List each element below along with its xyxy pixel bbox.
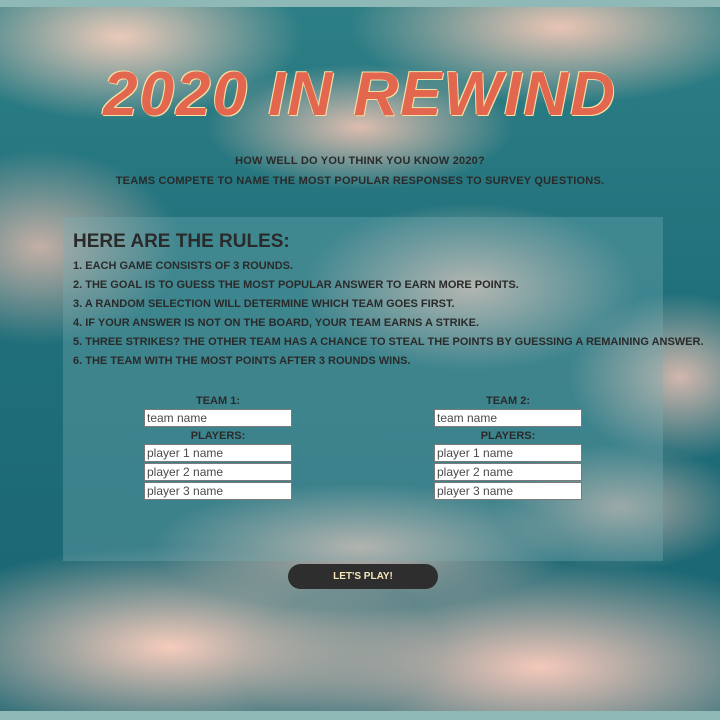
team-2-label: TEAM 2: (486, 395, 530, 407)
team-1-player-1-input[interactable] (144, 444, 292, 462)
rule-item: 6. THE TEAM WITH THE MOST POINTS AFTER 3… (73, 355, 411, 367)
subtitle-line-1: HOW WELL DO YOU THINK YOU KNOW 2020? (235, 155, 485, 167)
team-1-player-3-input[interactable] (144, 482, 292, 500)
team-2-players-label: PLAYERS: (480, 430, 536, 442)
team-1-players-label: PLAYERS: (190, 430, 246, 442)
team-2-name-input[interactable] (434, 409, 582, 427)
rule-item: 2. THE GOAL IS TO GUESS THE MOST POPULAR… (73, 279, 519, 291)
team-2-player-2-input[interactable] (434, 463, 582, 481)
rule-item: 5. THREE STRIKES? THE OTHER TEAM HAS A C… (73, 336, 704, 348)
team-2-player-3-input[interactable] (434, 482, 582, 500)
subtitle-line-2: TEAMS COMPETE TO NAME THE MOST POPULAR R… (115, 175, 605, 187)
team-2-form: TEAM 2: PLAYERS: (434, 393, 582, 501)
rules-heading: HERE ARE THE RULES: (73, 231, 290, 252)
rules-list: 1. EACH GAME CONSISTS OF 3 ROUNDS. 2. TH… (73, 257, 704, 371)
team-2-player-1-input[interactable] (434, 444, 582, 462)
team-1-player-2-input[interactable] (144, 463, 292, 481)
rule-item: 1. EACH GAME CONSISTS OF 3 ROUNDS. (73, 260, 294, 272)
rule-item: 3. A RANDOM SELECTION WILL DETERMINE WHI… (73, 298, 455, 310)
page-title: 2020 IN REWIND (103, 60, 617, 129)
team-1-form: TEAM 1: PLAYERS: (144, 393, 292, 501)
rules-panel: HERE ARE THE RULES: 1. EACH GAME CONSIST… (63, 217, 704, 561)
rule-item: 4. IF YOUR ANSWER IS NOT ON THE BOARD, Y… (73, 317, 480, 329)
team-1-label: TEAM 1: (196, 395, 240, 407)
lets-play-button[interactable]: LET'S PLAY! (288, 564, 438, 589)
team-1-name-input[interactable] (144, 409, 292, 427)
sky-background: 2020 IN REWIND HOW WELL DO YOU THINK YOU… (0, 7, 720, 711)
